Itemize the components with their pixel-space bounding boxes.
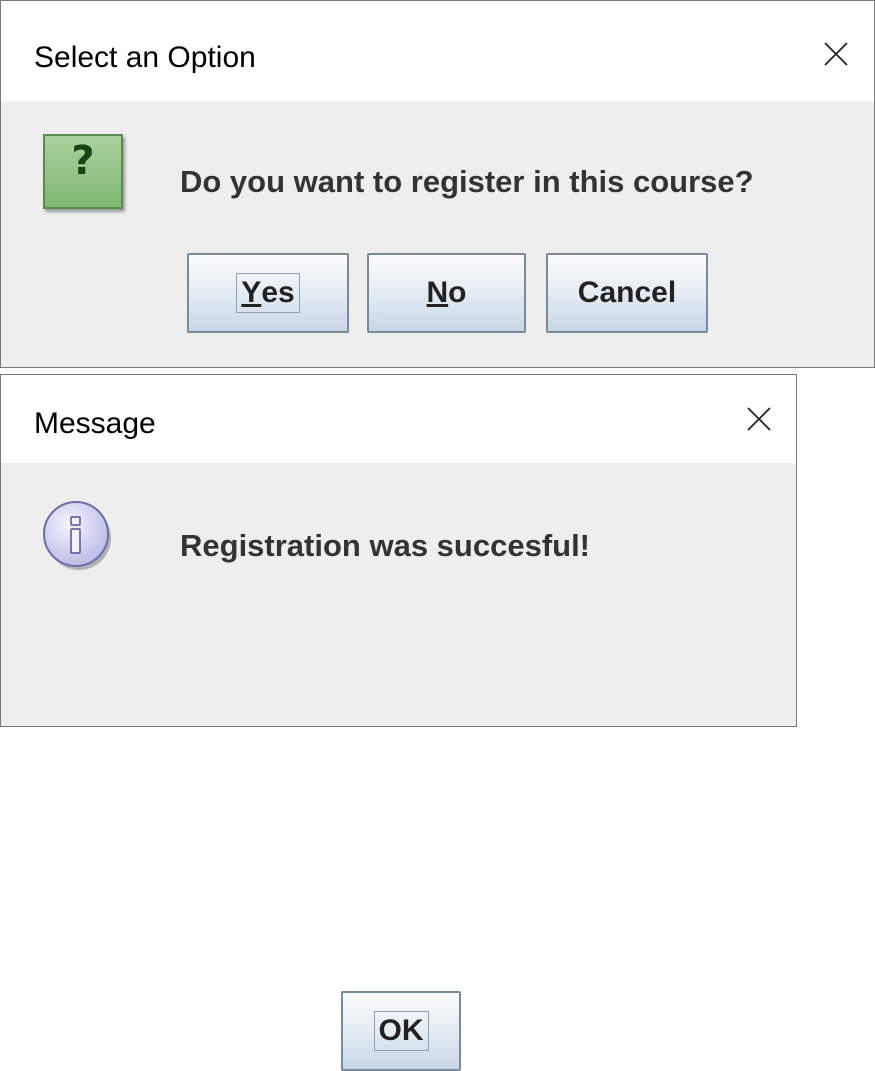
title-bar: Select an Option bbox=[1, 1, 874, 101]
no-label-rest: o bbox=[448, 276, 467, 309]
no-button-label: No bbox=[427, 276, 467, 310]
question-icon: ? bbox=[43, 134, 123, 209]
cancel-button-label: Cancel bbox=[577, 276, 677, 309]
ok-button[interactable]: OK bbox=[341, 991, 461, 1071]
message-dialog: Message Registration was succesful! OK bbox=[0, 374, 797, 1071]
yes-button-label: Yes bbox=[236, 273, 300, 313]
dialog-title: Select an Option bbox=[34, 41, 256, 74]
dialog-message: Do you want to register in this course? bbox=[180, 164, 754, 199]
close-icon[interactable] bbox=[823, 41, 849, 67]
confirm-dialog: Select an Option ? Do you want to regist… bbox=[0, 0, 875, 368]
no-button[interactable]: No bbox=[367, 253, 526, 333]
dialog-message: Registration was succesful! bbox=[180, 528, 591, 563]
yes-mnemonic: Y bbox=[241, 276, 262, 309]
close-icon[interactable] bbox=[746, 406, 772, 432]
dialog-title: Message bbox=[34, 407, 156, 440]
cancel-button[interactable]: Cancel bbox=[546, 253, 708, 333]
ok-button-label: OK bbox=[373, 1011, 429, 1051]
yes-label-rest: es bbox=[261, 276, 295, 309]
no-mnemonic: N bbox=[426, 276, 449, 309]
info-icon bbox=[43, 501, 111, 570]
yes-button[interactable]: Yes bbox=[187, 253, 349, 333]
title-bar: Message bbox=[1, 375, 796, 463]
